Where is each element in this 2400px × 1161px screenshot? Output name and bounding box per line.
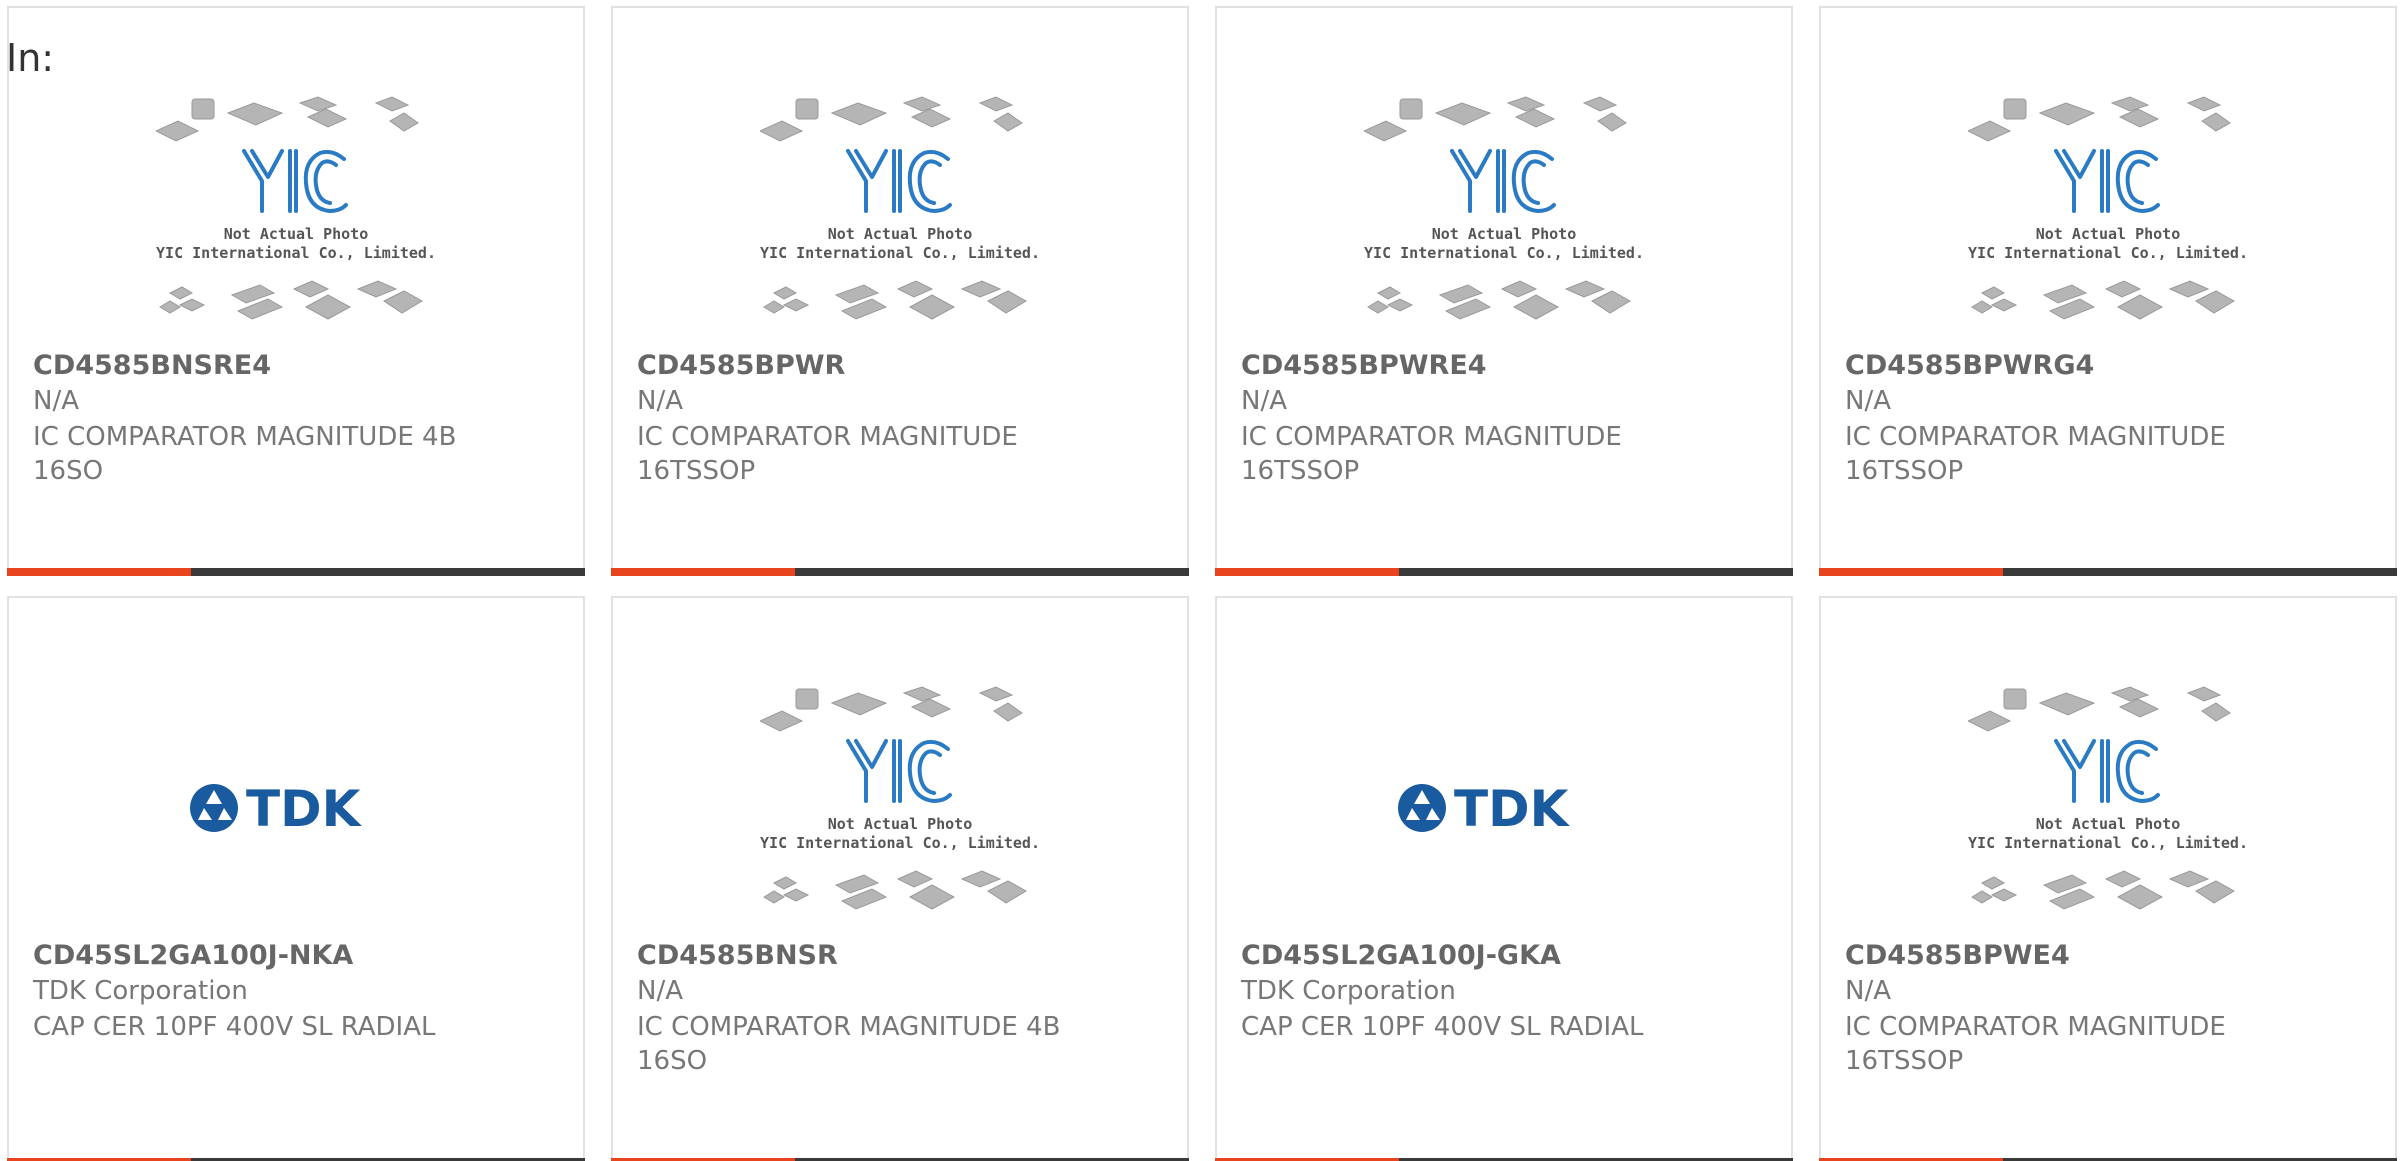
product-listing-page: In: Not Actual Photo YIC International C… [0,0,2400,1161]
product-image[interactable]: TDK [1217,678,1791,938]
tdk-logo-image: TDK [190,780,363,838]
placeholder-line2: YIC International Co., Limited. [1968,834,2248,852]
placeholder-line1: Not Actual Photo [1432,225,1577,243]
part-number-link[interactable]: CD45SL2GA100J-GKA [1241,940,1561,971]
card-accent-bar [7,568,191,576]
manufacturer: N/A [1845,386,1891,416]
product-image[interactable]: Not Actual Photo YIC International Co., … [9,88,583,348]
tdk-logo-icon [190,784,238,832]
part-number-link[interactable]: CD45SL2GA100J-NKA [33,940,353,971]
yic-logo-icon [2054,739,2160,803]
product-image[interactable]: Not Actual Photo YIC International Co., … [1217,88,1791,348]
card-bottom-bar [1215,568,1793,576]
card-bottom-bar [7,568,585,576]
product-card[interactable]: Not Actual Photo YIC International Co., … [1819,596,2397,1161]
yic-logo-icon [1450,149,1556,213]
in-label: In: [6,36,55,80]
product-card[interactable]: Not Actual Photo YIC International Co., … [1819,6,2397,576]
manufacturer: N/A [637,976,683,1006]
yic-logo-icon [846,739,952,803]
product-card[interactable]: Not Actual Photo YIC International Co., … [1215,6,1793,576]
card-accent-bar [1819,568,2003,576]
yic-placeholder-image: Not Actual Photo YIC International Co., … [156,96,436,320]
placeholder-line2: YIC International Co., Limited. [760,244,1040,262]
product-image[interactable]: Not Actual Photo YIC International Co., … [1821,678,2395,938]
yic-placeholder-image: Not Actual Photo YIC International Co., … [1364,96,1644,320]
placeholder-line2: YIC International Co., Limited. [760,834,1040,852]
placeholder-line2: YIC International Co., Limited. [1364,244,1644,262]
yic-placeholder-image: Not Actual Photo YIC International Co., … [1968,686,2248,910]
manufacturer: N/A [33,386,79,416]
part-number-link[interactable]: CD4585BPWRE4 [1241,350,1487,381]
tdk-logo-image: TDK [1398,780,1571,838]
part-number-link[interactable]: CD4585BNSRE4 [33,350,271,381]
product-image[interactable]: Not Actual Photo YIC International Co., … [613,88,1187,348]
tdk-logo-icon [1398,784,1446,832]
yic-placeholder-image: Not Actual Photo YIC International Co., … [760,686,1040,910]
yic-logo-icon [242,149,348,213]
yic-placeholder-image: Not Actual Photo YIC International Co., … [760,96,1040,320]
description: CAP CER 10PF 400V SL RADIAL [33,1012,436,1042]
manufacturer: N/A [1241,386,1287,416]
placeholder-line1: Not Actual Photo [2036,815,2181,833]
placeholder-line2: YIC International Co., Limited. [1968,244,2248,262]
description: IC COMPARATOR MAGNITUDE 16TSSOP [1845,1012,2226,1076]
product-card[interactable]: Not Actual Photo YIC International Co., … [611,596,1189,1161]
product-card[interactable]: TDK CD45SL2GA100J-NKA TDK Corporation CAP … [7,596,585,1161]
product-card[interactable]: TDK CD45SL2GA100J-GKA TDK Corporation CAP … [1215,596,1793,1161]
placeholder-line2: YIC International Co., Limited. [156,244,436,262]
card-bottom-bar [1819,568,2397,576]
manufacturer: TDK Corporation [33,976,248,1006]
yic-logo-icon [2054,149,2160,213]
card-accent-bar [1215,568,1399,576]
product-card[interactable]: Not Actual Photo YIC International Co., … [611,6,1189,576]
placeholder-line1: Not Actual Photo [828,225,973,243]
product-image[interactable]: Not Actual Photo YIC International Co., … [613,678,1187,938]
description: IC COMPARATOR MAGNITUDE 16TSSOP [1241,422,1622,486]
description: CAP CER 10PF 400V SL RADIAL [1241,1012,1644,1042]
tdk-logo-text: TDK [246,780,363,838]
manufacturer: TDK Corporation [1241,976,1456,1006]
card-bottom-bar [611,568,1189,576]
card-accent-bar [611,568,795,576]
part-number-link[interactable]: CD4585BPWR [637,350,845,381]
description: IC COMPARATOR MAGNITUDE 16TSSOP [1845,422,2226,486]
part-number-link[interactable]: CD4585BPWRG4 [1845,350,2094,381]
tdk-logo-text: TDK [1454,780,1571,838]
yic-placeholder-image: Not Actual Photo YIC International Co., … [1968,96,2248,320]
placeholder-line1: Not Actual Photo [2036,225,2181,243]
yic-logo-icon [846,149,952,213]
part-number-link[interactable]: CD4585BNSR [637,940,838,971]
description: IC COMPARATOR MAGNITUDE 4B 16SO [33,422,457,486]
description: IC COMPARATOR MAGNITUDE 16TSSOP [637,422,1018,486]
product-image[interactable]: Not Actual Photo YIC International Co., … [1821,88,2395,348]
manufacturer: N/A [1845,976,1891,1006]
placeholder-line1: Not Actual Photo [828,815,973,833]
part-number-link[interactable]: CD4585BPWE4 [1845,940,2070,971]
manufacturer: N/A [637,386,683,416]
product-card[interactable]: Not Actual Photo YIC International Co., … [7,6,585,576]
description: IC COMPARATOR MAGNITUDE 4B 16SO [637,1012,1061,1076]
product-image[interactable]: TDK [9,678,583,938]
placeholder-line1: Not Actual Photo [224,225,369,243]
